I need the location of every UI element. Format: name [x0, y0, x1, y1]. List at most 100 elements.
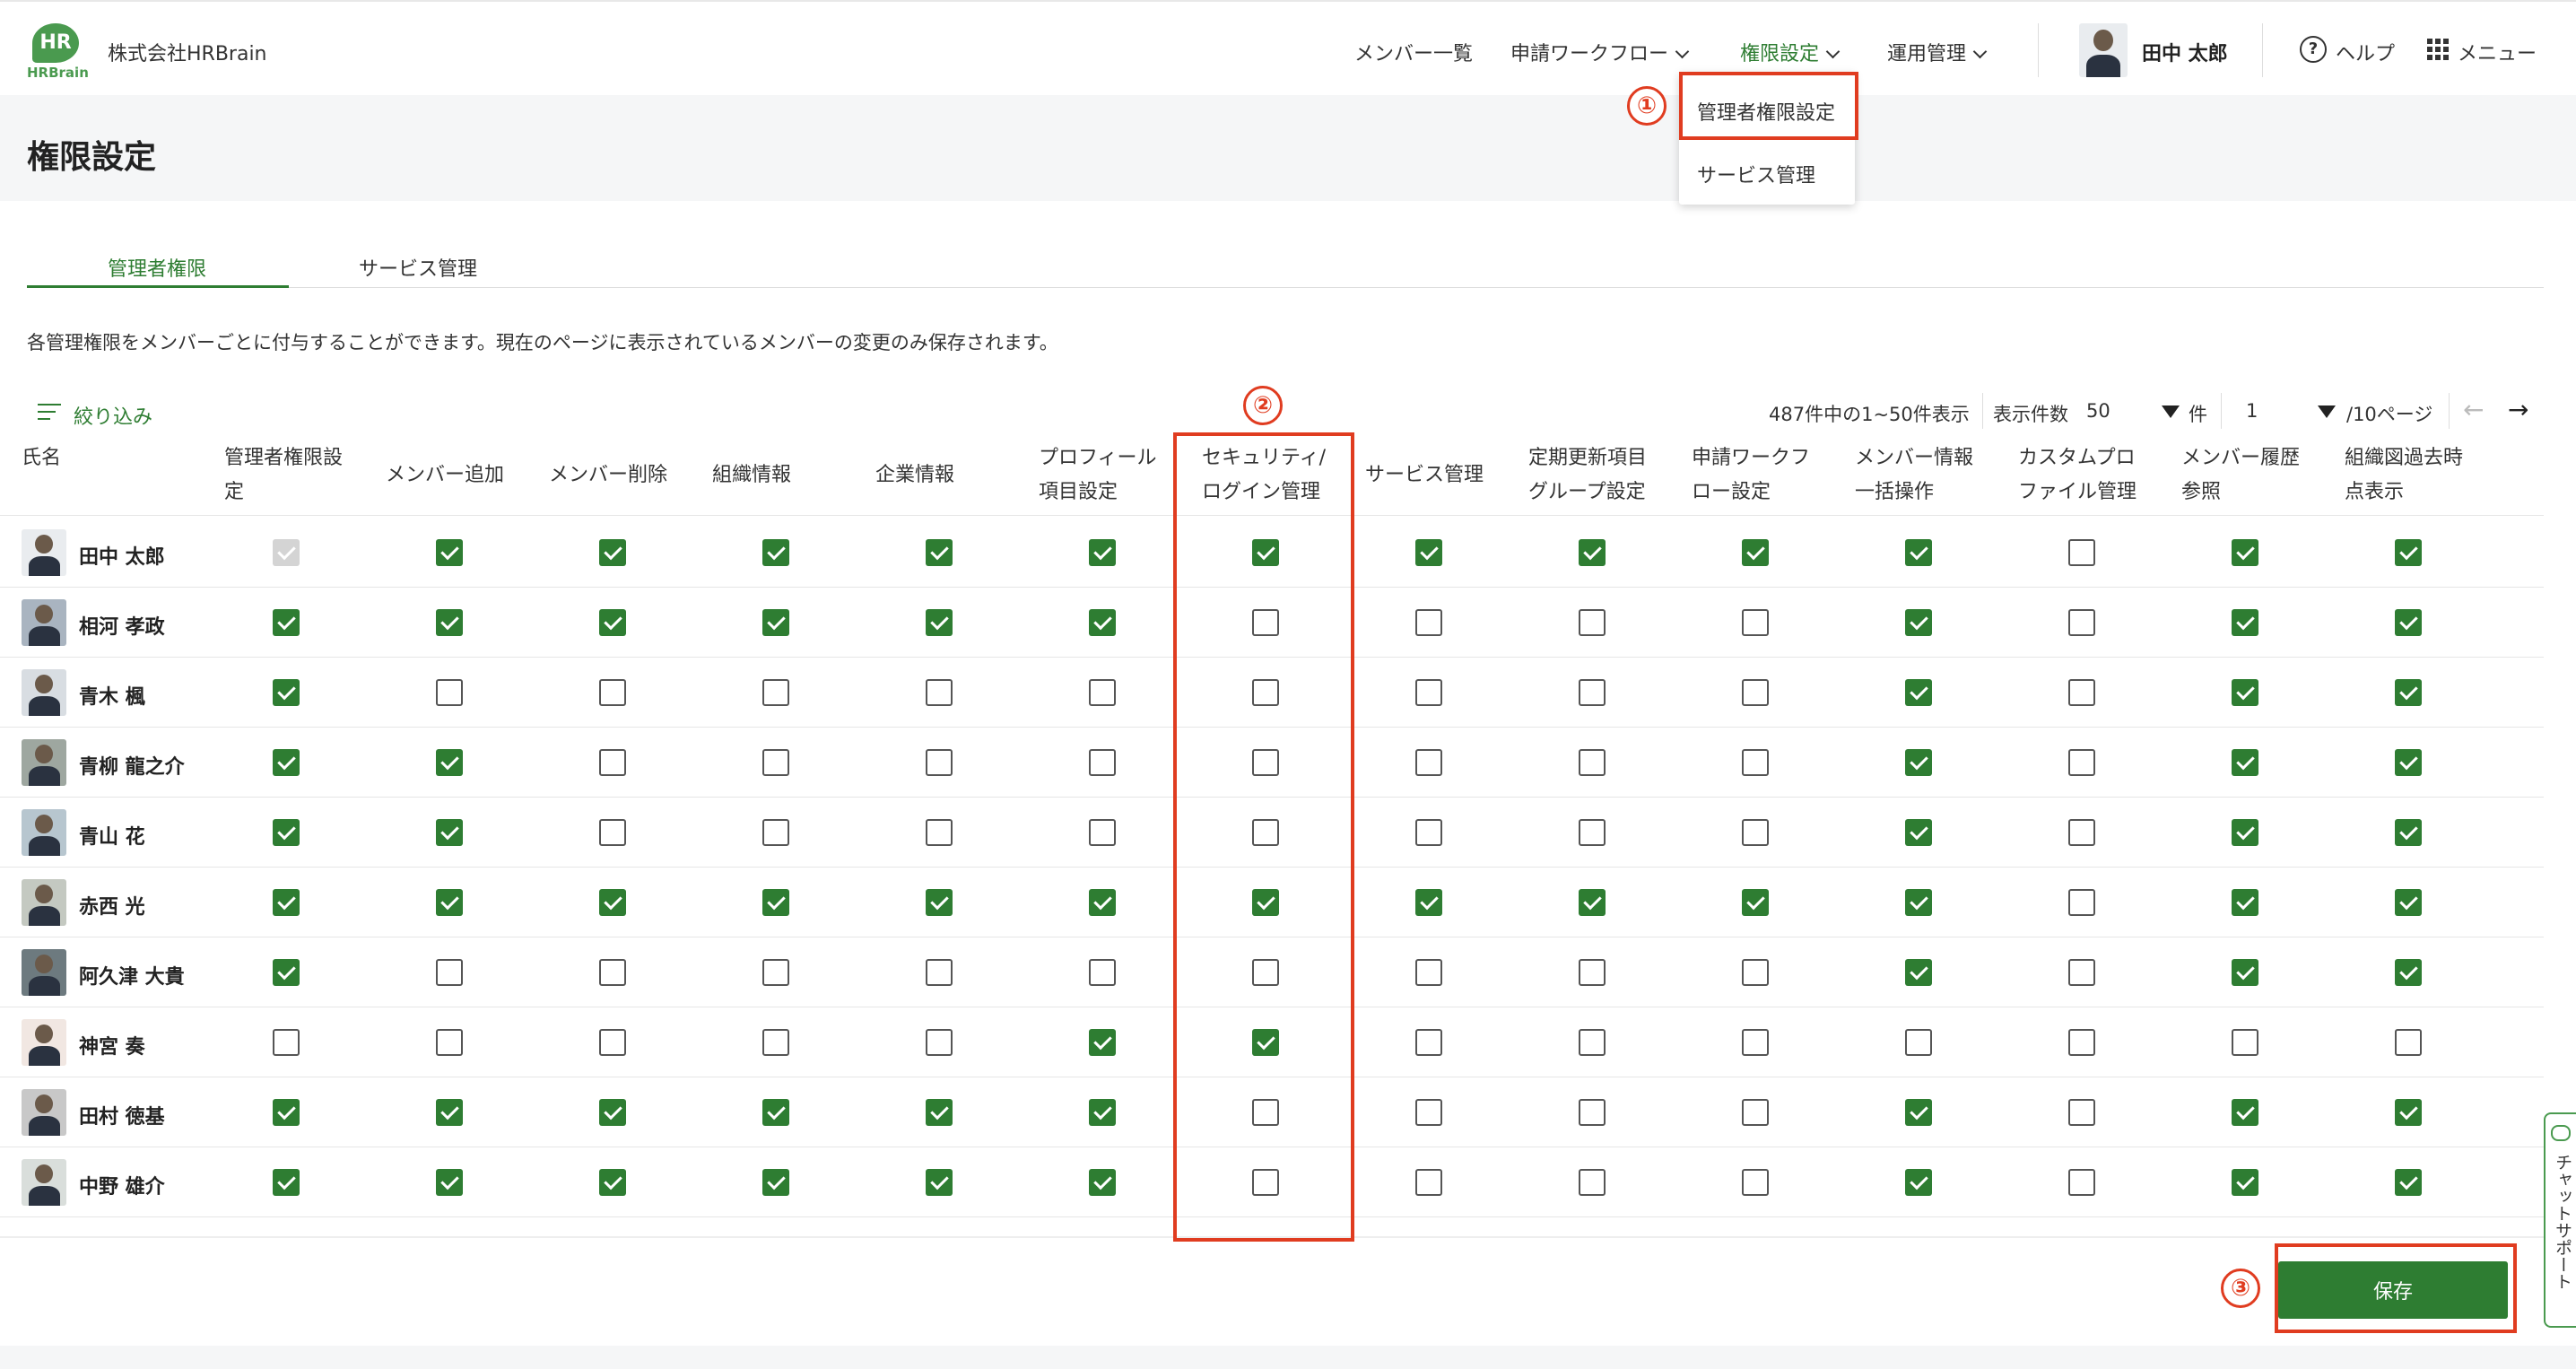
- tab-service-management[interactable]: サービス管理: [359, 253, 477, 282]
- permission-checkbox[interactable]: [436, 679, 463, 706]
- permission-checkbox[interactable]: [762, 539, 789, 566]
- permission-checkbox[interactable]: [1742, 819, 1769, 846]
- permission-checkbox[interactable]: [2395, 1029, 2422, 1056]
- permission-checkbox[interactable]: [273, 1169, 300, 1196]
- permission-checkbox[interactable]: [926, 889, 953, 916]
- permission-checkbox[interactable]: [1415, 539, 1442, 566]
- permission-checkbox[interactable]: [273, 679, 300, 706]
- permission-checkbox[interactable]: [1579, 539, 1606, 566]
- permission-checkbox[interactable]: [1579, 749, 1606, 776]
- permission-checkbox[interactable]: [1415, 889, 1442, 916]
- permission-checkbox[interactable]: [2395, 539, 2422, 566]
- nav-permissions[interactable]: 権限設定: [1740, 38, 1841, 74]
- permission-checkbox[interactable]: [599, 749, 626, 776]
- per-page-select[interactable]: 50: [2086, 400, 2110, 422]
- caret-down-icon[interactable]: [2162, 405, 2180, 418]
- member-name[interactable]: 神宮 奏: [79, 1031, 145, 1059]
- permission-checkbox[interactable]: [436, 609, 463, 636]
- permission-checkbox[interactable]: [1905, 889, 1932, 916]
- permission-checkbox[interactable]: [762, 749, 789, 776]
- permission-checkbox[interactable]: [599, 679, 626, 706]
- permission-checkbox[interactable]: [436, 1169, 463, 1196]
- permission-checkbox[interactable]: [436, 539, 463, 566]
- permission-checkbox[interactable]: [926, 1169, 953, 1196]
- permission-checkbox[interactable]: [2068, 819, 2095, 846]
- permission-checkbox[interactable]: [762, 609, 789, 636]
- permission-checkbox[interactable]: [2395, 1169, 2422, 1196]
- permission-checkbox[interactable]: [599, 819, 626, 846]
- permission-checkbox[interactable]: [436, 959, 463, 986]
- member-name[interactable]: 阿久津 大貴: [79, 961, 185, 990]
- permission-checkbox[interactable]: [436, 889, 463, 916]
- permission-checkbox[interactable]: [926, 1029, 953, 1056]
- permission-checkbox[interactable]: [1579, 889, 1606, 916]
- grid-menu-icon[interactable]: [2427, 39, 2449, 60]
- permission-checkbox[interactable]: [2395, 889, 2422, 916]
- permission-checkbox[interactable]: [1579, 1169, 1606, 1196]
- member-name[interactable]: 田村 徳基: [79, 1101, 165, 1129]
- permission-checkbox[interactable]: [599, 609, 626, 636]
- permission-checkbox[interactable]: [926, 819, 953, 846]
- filter-button[interactable]: 絞り込み: [74, 401, 152, 430]
- nav-member-list[interactable]: メンバー一覧: [1354, 38, 1473, 66]
- permission-checkbox[interactable]: [1089, 1029, 1116, 1056]
- permission-checkbox[interactable]: [2068, 889, 2095, 916]
- permission-checkbox[interactable]: [2395, 609, 2422, 636]
- permission-checkbox[interactable]: [1415, 819, 1442, 846]
- permission-checkbox[interactable]: [1905, 1099, 1932, 1126]
- permission-checkbox[interactable]: [2068, 749, 2095, 776]
- permission-checkbox[interactable]: [599, 1169, 626, 1196]
- help-icon[interactable]: ?: [2300, 36, 2327, 63]
- permission-checkbox[interactable]: [1742, 749, 1769, 776]
- permission-checkbox[interactable]: [1089, 819, 1116, 846]
- permission-checkbox[interactable]: [2395, 959, 2422, 986]
- permission-checkbox[interactable]: [926, 749, 953, 776]
- permission-checkbox[interactable]: [2395, 819, 2422, 846]
- permission-checkbox[interactable]: [273, 1099, 300, 1126]
- permission-checkbox[interactable]: [1089, 1099, 1116, 1126]
- permission-checkbox[interactable]: [1742, 959, 1769, 986]
- permission-checkbox[interactable]: [2395, 1099, 2422, 1126]
- user-name[interactable]: 田中 太郎: [2142, 38, 2228, 66]
- permission-checkbox[interactable]: [2232, 1029, 2258, 1056]
- permission-checkbox[interactable]: [436, 749, 463, 776]
- permission-checkbox[interactable]: [2232, 959, 2258, 986]
- user-avatar[interactable]: [2079, 23, 2128, 77]
- permission-checkbox[interactable]: [762, 1099, 789, 1126]
- member-name[interactable]: 青柳 龍之介: [79, 751, 185, 780]
- filter-icon[interactable]: [38, 404, 61, 422]
- permission-checkbox[interactable]: [762, 1029, 789, 1056]
- permission-checkbox[interactable]: [2395, 749, 2422, 776]
- permission-checkbox[interactable]: [273, 609, 300, 636]
- permission-checkbox[interactable]: [1089, 889, 1116, 916]
- permission-checkbox[interactable]: [599, 1029, 626, 1056]
- permission-checkbox[interactable]: [926, 539, 953, 566]
- permission-checkbox[interactable]: [1905, 1029, 1932, 1056]
- permission-checkbox[interactable]: [599, 959, 626, 986]
- permission-checkbox[interactable]: [2232, 749, 2258, 776]
- permission-checkbox[interactable]: [1579, 1029, 1606, 1056]
- permission-checkbox[interactable]: [273, 819, 300, 846]
- member-name[interactable]: 相河 孝政: [79, 611, 165, 640]
- permission-checkbox[interactable]: [1742, 1099, 1769, 1126]
- permission-checkbox[interactable]: [1905, 819, 1932, 846]
- permission-checkbox[interactable]: [1579, 609, 1606, 636]
- dropdown-item-service-management[interactable]: サービス管理: [1697, 160, 1815, 188]
- nav-operations[interactable]: 運用管理: [1887, 38, 1988, 66]
- member-name[interactable]: 赤西 光: [79, 891, 145, 920]
- caret-down-icon[interactable]: [2318, 405, 2336, 418]
- permission-checkbox[interactable]: [926, 609, 953, 636]
- permission-checkbox[interactable]: [2232, 889, 2258, 916]
- permission-checkbox[interactable]: [1742, 539, 1769, 566]
- member-name[interactable]: 田中 太郎: [79, 541, 165, 570]
- permission-checkbox[interactable]: [1579, 1099, 1606, 1126]
- permission-checkbox[interactable]: [273, 1029, 300, 1056]
- permission-checkbox[interactable]: [2068, 959, 2095, 986]
- member-name[interactable]: 青木 楓: [79, 681, 145, 710]
- permission-checkbox[interactable]: [599, 539, 626, 566]
- permission-checkbox[interactable]: [1089, 959, 1116, 986]
- permission-checkbox[interactable]: [762, 1169, 789, 1196]
- tab-admin-permissions[interactable]: 管理者権限: [108, 253, 206, 282]
- permission-checkbox[interactable]: [926, 679, 953, 706]
- permission-checkbox[interactable]: [2232, 819, 2258, 846]
